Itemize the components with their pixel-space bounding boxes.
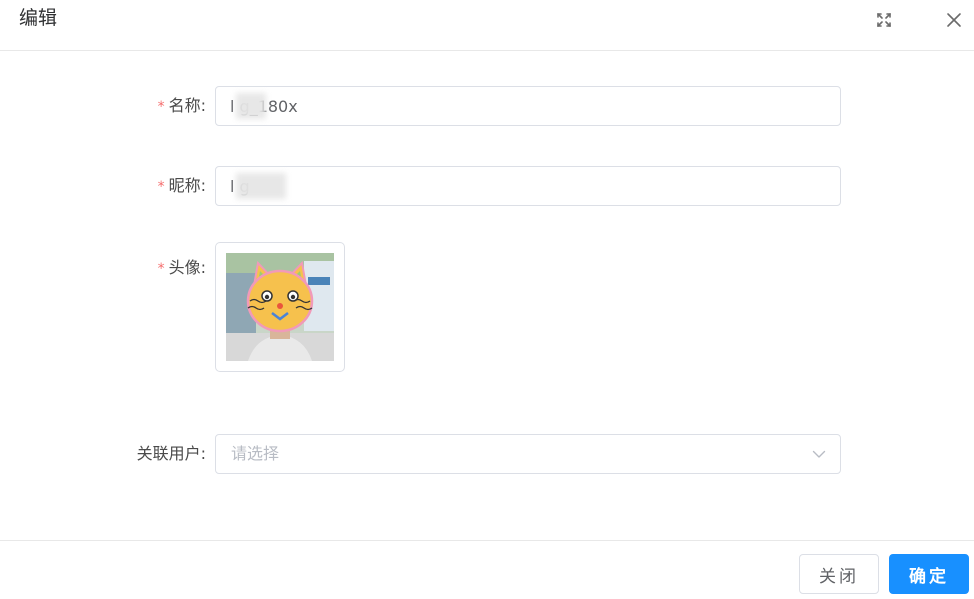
required-star: * bbox=[157, 99, 165, 115]
avatar-uploader[interactable] bbox=[215, 242, 345, 372]
fullscreen-icon bbox=[877, 13, 891, 27]
nickname-label: * 昵称: bbox=[157, 176, 206, 195]
chevron-down-icon bbox=[812, 450, 826, 458]
close-icon bbox=[947, 13, 961, 27]
redaction-mask bbox=[236, 93, 266, 119]
redaction-mask bbox=[236, 173, 286, 199]
required-star: * bbox=[157, 261, 165, 277]
dialog-header: 编辑 bbox=[0, 0, 974, 51]
name-input[interactable] bbox=[215, 86, 841, 126]
nickname-input[interactable] bbox=[215, 166, 841, 206]
avatar-label: * 头像: bbox=[157, 258, 206, 277]
linked-user-select[interactable]: 请选择 bbox=[215, 434, 841, 474]
confirm-button[interactable]: 确定 bbox=[889, 554, 969, 594]
dialog-title: 编辑 bbox=[19, 7, 58, 29]
close-dialog-button[interactable] bbox=[944, 10, 964, 30]
linked-user-label: 关联用户: bbox=[136, 444, 206, 463]
avatar-image bbox=[226, 253, 334, 361]
fullscreen-button[interactable] bbox=[874, 10, 894, 30]
select-placeholder: 请选择 bbox=[231, 444, 280, 463]
required-star: * bbox=[157, 179, 165, 195]
edit-dialog: 编辑 * 名称: l g_180x * 昵称: l g * 头像: 关联用户: … bbox=[0, 0, 974, 599]
dialog-footer: 关闭 确定 bbox=[0, 540, 974, 599]
close-button[interactable]: 关闭 bbox=[799, 554, 879, 594]
name-label: * 名称: bbox=[157, 96, 206, 115]
